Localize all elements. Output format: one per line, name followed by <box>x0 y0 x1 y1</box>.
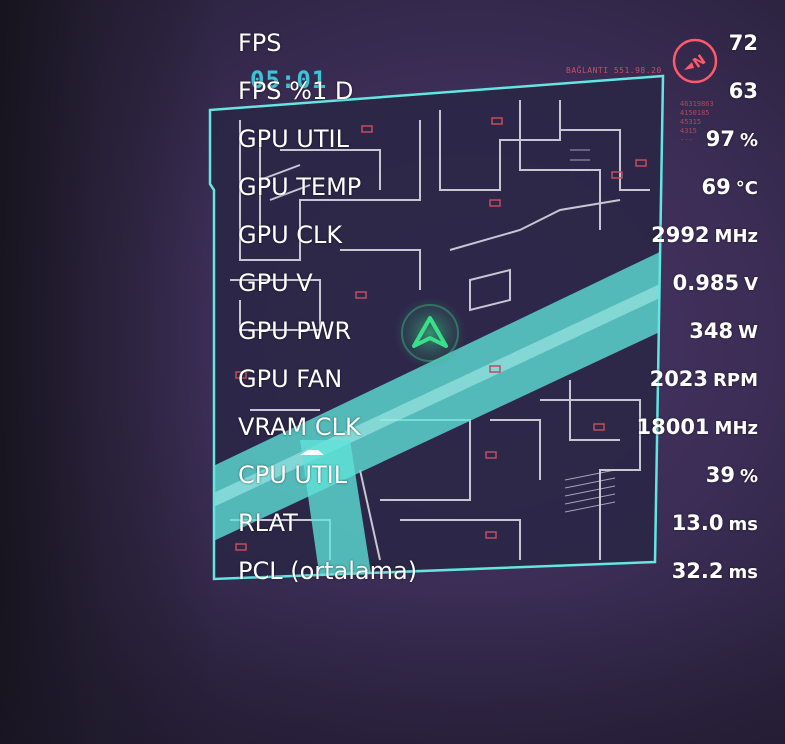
stat-row-cpu-util: CPU UTIL 39% <box>238 460 758 508</box>
stat-value: 63 <box>728 79 758 103</box>
stat-row-rlat: RLAT 13.0 ms <box>238 508 758 556</box>
stat-row-gpu-clk: GPU CLK 2992 MHz <box>238 220 758 268</box>
stat-unit: % <box>739 130 758 151</box>
stat-label: PCL (ortalama) <box>238 557 418 585</box>
stat-value: 348 W <box>689 319 758 343</box>
stat-value: 0.985 V <box>672 271 758 295</box>
stat-label: GPU UTIL <box>238 125 349 153</box>
stat-unit: MHz <box>714 226 758 247</box>
stat-row-gpu-fan: GPU FAN 2023 RPM <box>238 364 758 412</box>
stat-value: 13.0 ms <box>671 511 758 535</box>
stat-unit: W <box>738 322 758 343</box>
stat-value: 69 °C <box>701 175 758 199</box>
stat-row-vram-clk: VRAM CLK 18001 MHz <box>238 412 758 460</box>
stat-unit: V <box>744 274 758 295</box>
performance-overlay: FPS 72 FPS %1 D 63 GPU UTIL 97% GPU TEMP… <box>238 28 758 604</box>
stat-label: GPU TEMP <box>238 173 362 201</box>
stat-unit: ms <box>728 562 758 583</box>
stat-label: GPU PWR <box>238 317 352 345</box>
stat-row-gpu-voltage: GPU V 0.985 V <box>238 268 758 316</box>
stat-value: 97% <box>705 127 758 151</box>
stat-label: FPS <box>238 29 282 57</box>
stat-value: 32.2 ms <box>671 559 758 583</box>
stat-label: GPU FAN <box>238 365 343 393</box>
stat-unit: % <box>739 466 758 487</box>
stat-value: 39% <box>705 463 758 487</box>
stat-value: 72 <box>728 31 758 55</box>
stat-value: 18001 MHz <box>636 415 758 439</box>
stat-row-fps: FPS 72 <box>238 28 758 76</box>
stat-row-gpu-util: GPU UTIL 97% <box>238 124 758 172</box>
stat-label: VRAM CLK <box>238 413 361 441</box>
stat-row-fps-low: FPS %1 D 63 <box>238 76 758 124</box>
stat-label: GPU V <box>238 269 313 297</box>
stat-row-gpu-power: GPU PWR 348 W <box>238 316 758 364</box>
stat-row-pcl: PCL (ortalama) 32.2 ms <box>238 556 758 604</box>
stat-label: CPU UTIL <box>238 461 348 489</box>
stat-unit: °C <box>735 178 758 199</box>
stat-row-gpu-temp: GPU TEMP 69 °C <box>238 172 758 220</box>
stat-unit: MHz <box>714 418 758 439</box>
stat-unit: RPM <box>713 370 758 391</box>
stat-label: RLAT <box>238 509 298 537</box>
stat-label: GPU CLK <box>238 221 343 249</box>
stat-value: 2992 MHz <box>651 223 758 247</box>
stat-label: FPS %1 D <box>238 77 354 105</box>
stat-unit: ms <box>728 514 758 535</box>
stat-value: 2023 RPM <box>649 367 758 391</box>
